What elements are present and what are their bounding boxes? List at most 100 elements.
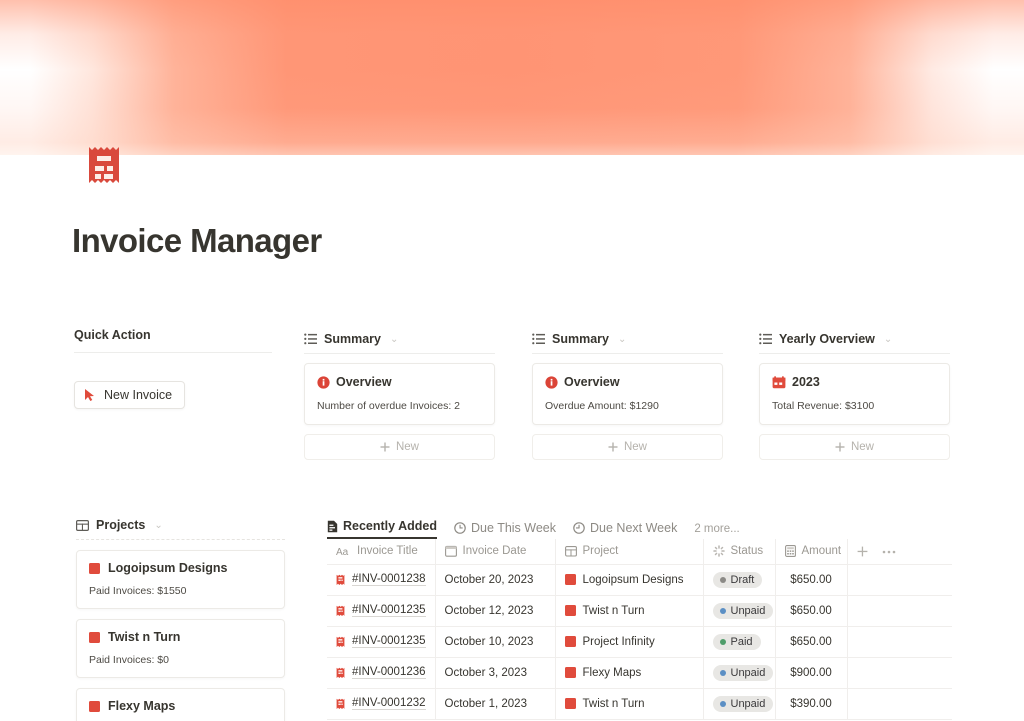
status-label: Unpaid [730,697,766,710]
chevron-down-icon[interactable]: ⌄ [884,334,892,345]
project-name: Flexy Maps [108,699,176,713]
projects-heading[interactable]: Projects ⌄ [76,518,285,539]
cell-empty [847,688,952,720]
summary-1-heading-label: Summary [324,332,381,346]
cell-status[interactable]: Paid [703,626,776,658]
cell-invoice-date[interactable]: October 1, 2023 [435,688,556,720]
quick-action-divider [74,352,272,353]
calculator-icon [784,545,796,558]
yearly-overview-new-button[interactable]: New [759,434,950,460]
tab-due-next-week[interactable]: Due Next Week [573,521,677,539]
column-header-amount-label: Amount [801,545,842,558]
project-name-text: Flexy Maps [582,666,642,679]
cell-invoice-title[interactable]: #INV-0001235 [327,595,436,627]
summary-2-heading-label: Summary [552,332,609,346]
table-row[interactable]: #INV-0001235 October 10, 2023 Project In… [327,626,952,658]
chevron-down-icon[interactable]: ⌄ [154,520,162,531]
receipt-icon [336,636,345,648]
status-dot [719,576,726,583]
column-header-invoice-date[interactable]: Invoice Date [435,539,556,565]
summary-2-new-label: New [623,441,647,453]
tab-due-this-week[interactable]: Due This Week [454,521,556,539]
cell-status[interactable]: Unpaid [703,688,776,720]
yearly-overview-heading[interactable]: Yearly Overview ⌄ [759,332,950,353]
project-paid-invoices: Paid Invoices: $1550 [89,585,187,597]
new-invoice-button[interactable]: New Invoice [74,381,186,409]
project-name-text: Twist n Turn [582,604,645,617]
cell-status[interactable]: Unpaid [703,595,776,627]
quick-action-section: Quick Action New Invoice [74,328,272,409]
page-title: Invoice Manager [72,222,322,259]
info-icon [317,375,330,389]
status-dot [719,669,726,676]
overview-card-2[interactable]: Overview Overdue Amount: $1290 [532,363,723,425]
cell-amount[interactable]: $650.00 [775,595,848,627]
invoice-manager-page: Invoice Manager Quick Action New Invoice [0,0,1024,721]
table-row[interactable]: #INV-0001238 October 20, 2023 Logoipsum … [327,564,952,596]
cell-empty [847,626,952,658]
tab-due-next-week-label: Due Next Week [590,521,678,535]
project-card[interactable]: Flexy Maps Paid Invoices: $900 [76,688,285,721]
cell-invoice-title[interactable]: #INV-0001238 [327,564,436,596]
cell-invoice-date[interactable]: October 12, 2023 [435,595,556,627]
column-header-amount[interactable]: Amount [775,539,848,565]
table-row[interactable]: #INV-0001235 October 12, 2023 Twist n Tu… [327,595,952,627]
cell-project[interactable]: Logoipsum Designs [555,564,704,596]
summary-1-heading[interactable]: Summary ⌄ [304,332,495,353]
cell-invoice-date[interactable]: October 3, 2023 [435,657,556,689]
ellipsis-icon[interactable] [882,549,896,554]
project-name-text: Twist n Turn [582,697,645,710]
project-card[interactable]: Logoipsum Designs Paid Invoices: $1550 [76,550,285,609]
cell-invoice-date[interactable]: October 20, 2023 [435,564,556,596]
summary-1-new-button[interactable]: New [304,434,495,460]
cell-empty [847,657,952,689]
summary-column-2: Summary ⌄ Overview Overdue Amount: $1290… [532,332,723,460]
cell-empty [847,564,952,596]
column-header-status[interactable]: Status [703,539,776,565]
status-dot [719,700,726,707]
calendar-icon [444,545,457,558]
tab-recently-added[interactable]: Recently Added [327,519,438,539]
summary-2-new-button[interactable]: New [532,434,723,460]
project-card[interactable]: Twist n Turn Paid Invoices: $0 [76,619,285,678]
add-column-button[interactable] [857,546,868,557]
column-header-status-label: Status [730,545,764,558]
status-label: Unpaid [730,604,766,617]
cell-invoice-date[interactable]: October 10, 2023 [435,626,556,658]
invoice-table: Aa Invoice Title Invoice Date Project St… [327,539,952,720]
year-card[interactable]: 2023 Total Revenue: $3100 [759,363,950,425]
column-header-invoice-date-label: Invoice Date [462,545,527,558]
cell-amount[interactable]: $650.00 [775,626,848,658]
cell-project[interactable]: Project Infinity [555,626,704,658]
project-color-swatch [564,605,576,616]
cell-amount[interactable]: $390.00 [775,688,848,720]
cell-project[interactable]: Twist n Turn [555,595,704,627]
column-header-invoice-title[interactable]: Aa Invoice Title [327,539,436,565]
overview-card-1[interactable]: Overview Number of overdue Invoices: 2 [304,363,495,425]
cell-amount[interactable]: $650.00 [775,564,848,596]
summary-2-heading[interactable]: Summary ⌄ [532,332,723,353]
project-color-swatch [564,667,576,678]
tab-recently-added-label: Recently Added [343,519,438,533]
cell-status[interactable]: Draft [703,564,776,596]
cell-invoice-title[interactable]: #INV-0001232 [327,688,436,720]
cell-invoice-title[interactable]: #INV-0001235 [327,626,436,658]
tabs-more-button[interactable]: 2 more... [694,523,739,539]
status-dot [719,638,726,645]
chevron-down-icon[interactable]: ⌄ [618,334,626,345]
projects-heading-label: Projects [96,518,146,532]
status-dot [719,607,726,614]
cell-invoice-title[interactable]: #INV-0001236 [327,657,436,689]
table-row[interactable]: #INV-0001232 October 1, 2023 Twist n Tur… [327,688,952,720]
table-row[interactable]: #INV-0001236 October 3, 2023 Flexy Maps … [327,657,952,689]
column-header-project[interactable]: Project [555,539,704,565]
cell-amount[interactable]: $900.00 [775,657,848,689]
chevron-down-icon[interactable]: ⌄ [390,334,398,345]
summary-1-new-label: New [395,441,419,453]
cell-project[interactable]: Twist n Turn [555,688,704,720]
receipt-icon[interactable] [86,143,122,187]
cell-empty [847,595,952,627]
cell-project[interactable]: Flexy Maps [555,657,704,689]
project-color-swatch [564,698,576,709]
cell-status[interactable]: Unpaid [703,657,776,689]
